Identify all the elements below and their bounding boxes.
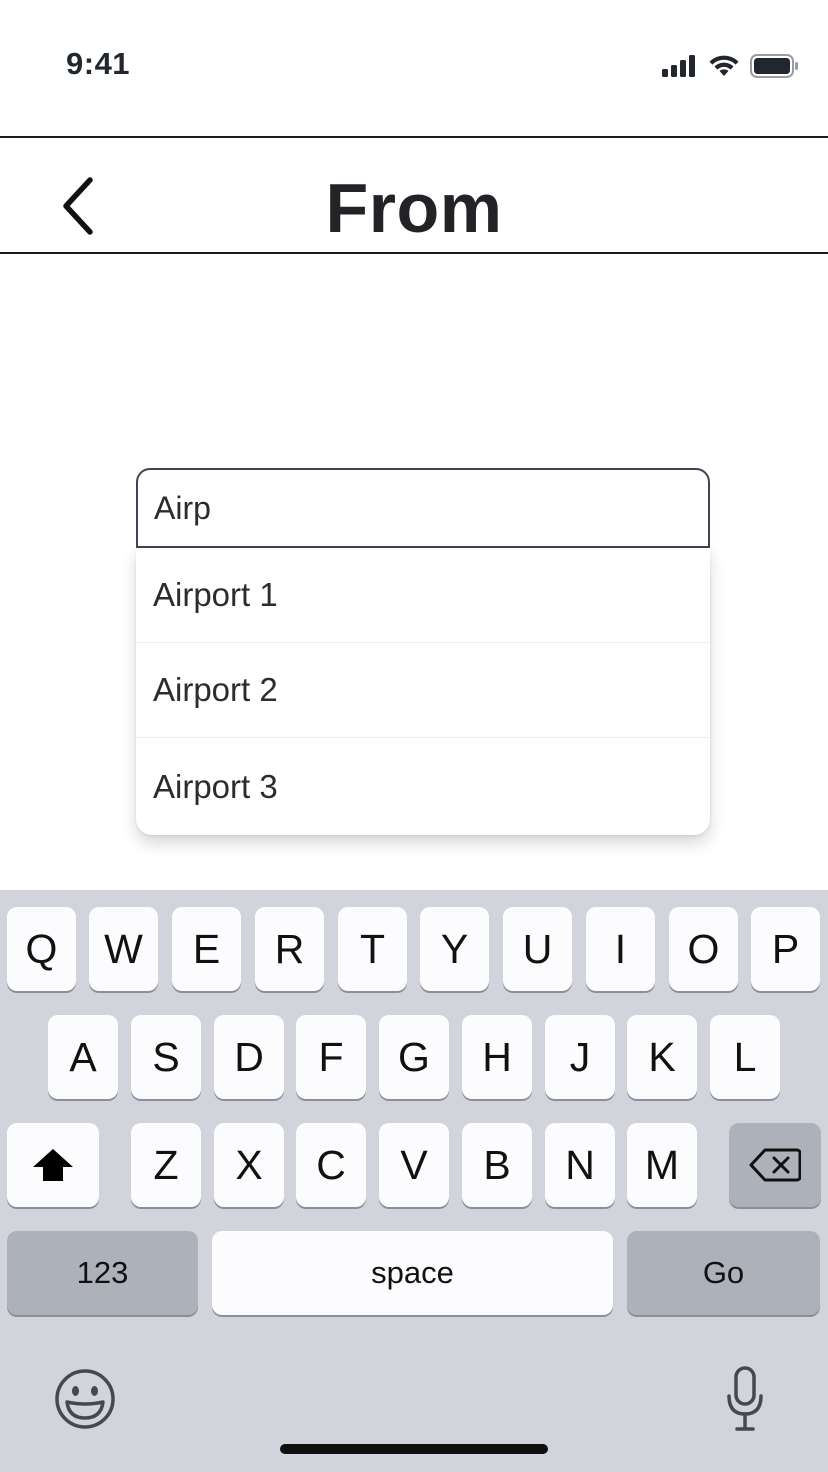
microphone-icon (727, 1366, 763, 1431)
key-q[interactable]: Q (7, 907, 76, 991)
home-indicator (280, 1444, 548, 1454)
suggestions-dropdown: Airport 1 Airport 2 Airport 3 (136, 548, 710, 835)
key-l[interactable]: L (710, 1015, 780, 1099)
key-v[interactable]: V (379, 1123, 449, 1207)
page-title: From (325, 169, 503, 247)
battery-icon (750, 54, 798, 78)
key-g[interactable]: G (379, 1015, 449, 1099)
wifi-icon (709, 55, 739, 76)
key-i[interactable]: I (586, 907, 655, 991)
status-icons (662, 52, 798, 80)
key-k[interactable]: K (627, 1015, 697, 1099)
key-d[interactable]: D (214, 1015, 284, 1099)
key-y[interactable]: Y (420, 907, 489, 991)
key-p[interactable]: P (751, 907, 820, 991)
key-f[interactable]: F (296, 1015, 366, 1099)
key-t[interactable]: T (338, 907, 407, 991)
shift-arrow-icon (33, 1149, 73, 1181)
cellular-signal-icon (662, 55, 695, 77)
emoji-smiley-icon (55, 1369, 115, 1429)
key-h[interactable]: H (462, 1015, 532, 1099)
numbers-key[interactable]: 123 (7, 1231, 198, 1315)
key-r[interactable]: R (255, 907, 324, 991)
airport-search-input[interactable] (136, 468, 710, 548)
key-e[interactable]: E (172, 907, 241, 991)
status-time: 9:41 (66, 46, 131, 81)
status-bar: 9:41 (0, 0, 828, 136)
key-x[interactable]: X (214, 1123, 284, 1207)
dictation-button[interactable] (726, 1366, 764, 1432)
key-u[interactable]: U (503, 907, 572, 991)
shift-key[interactable] (7, 1123, 99, 1207)
backspace-key[interactable] (729, 1123, 821, 1207)
key-b[interactable]: B (462, 1123, 532, 1207)
key-n[interactable]: N (545, 1123, 615, 1207)
go-key[interactable]: Go (627, 1231, 820, 1315)
key-o[interactable]: O (669, 907, 738, 991)
suggestion-item[interactable]: Airport 2 (136, 643, 710, 738)
key-j[interactable]: J (545, 1015, 615, 1099)
key-z[interactable]: Z (131, 1123, 201, 1207)
key-s[interactable]: S (131, 1015, 201, 1099)
delete-backward-icon (749, 1148, 801, 1182)
key-w[interactable]: W (89, 907, 158, 991)
suggestion-item[interactable]: Airport 1 (136, 548, 710, 643)
emoji-button[interactable] (54, 1368, 116, 1430)
space-key[interactable]: space (212, 1231, 613, 1315)
key-m[interactable]: M (627, 1123, 697, 1207)
keyboard: Q W E R T Y U I O P A S D F G H J K L Z … (0, 890, 828, 1472)
key-a[interactable]: A (48, 1015, 118, 1099)
nav-bar: From (0, 136, 828, 254)
suggestion-item[interactable]: Airport 3 (136, 738, 710, 835)
key-c[interactable]: C (296, 1123, 366, 1207)
